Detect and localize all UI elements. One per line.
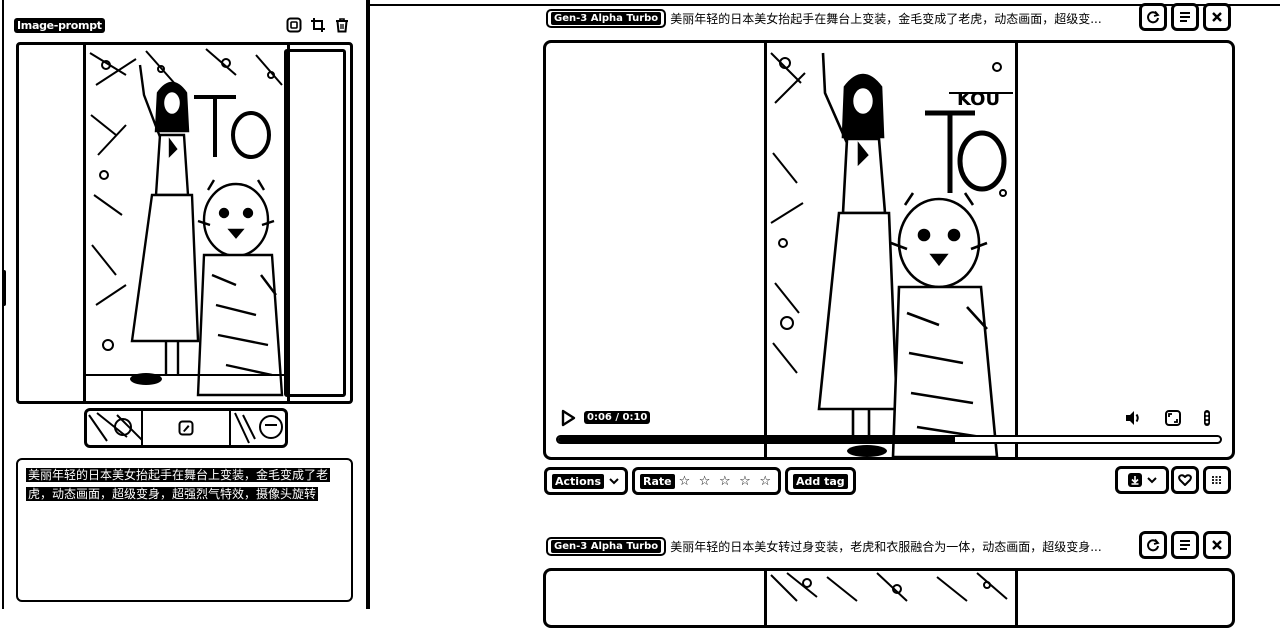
prompt-panel: Image-prompt 美丽年轻的日本美女抬起手在舞台上变装，金毛变成了老虎，… bbox=[0, 0, 366, 609]
more-menu-button[interactable] bbox=[1203, 466, 1231, 494]
video-frame bbox=[764, 571, 1018, 625]
svg-text:KOU: KOU bbox=[957, 89, 1000, 110]
thumbnail-right[interactable] bbox=[231, 411, 285, 445]
heart-icon bbox=[1178, 474, 1192, 486]
text-lines-icon bbox=[1180, 12, 1190, 22]
chevron-down-icon bbox=[1146, 477, 1157, 484]
actions-label: Actions bbox=[552, 473, 604, 489]
result-header: Gen-3 Alpha Turbo 美丽年轻的日本美女抬起手在舞台上变装，金毛变… bbox=[546, 5, 1102, 31]
play-icon bbox=[561, 409, 576, 427]
refresh-icon bbox=[1147, 10, 1160, 24]
text-lines-icon bbox=[1180, 540, 1190, 550]
panel-divider[interactable] bbox=[366, 0, 370, 609]
result-prompt[interactable]: 美丽年轻的日本美女抬起手在舞台上变装，金毛变成了老虎，动态画面，超级变... bbox=[670, 10, 1101, 27]
add-tag-button[interactable]: Add tag bbox=[785, 467, 856, 495]
play-button[interactable] bbox=[559, 409, 577, 431]
favorite-button[interactable] bbox=[1171, 466, 1199, 494]
resize-handle[interactable] bbox=[2, 270, 6, 306]
progress-bar[interactable] bbox=[556, 435, 1222, 444]
reuse-button[interactable] bbox=[1139, 3, 1167, 31]
image-prompt-label: Image-prompt bbox=[14, 18, 105, 33]
volume-icon bbox=[1126, 411, 1139, 425]
model-badge: Gen-3 Alpha Turbo bbox=[546, 8, 667, 28]
reference-image-card[interactable] bbox=[16, 42, 353, 404]
video-frame: KOU bbox=[764, 43, 1018, 457]
star-rating[interactable]: ☆ ☆ ☆ ☆ ☆ bbox=[679, 474, 773, 489]
result-prompt[interactable]: 美丽年轻的日本美女转过身变装，老虎和衣服融合为一体，动态画面，超级变身... bbox=[670, 538, 1101, 555]
edit-icon[interactable] bbox=[178, 420, 194, 436]
thumbnail-left[interactable] bbox=[87, 411, 143, 445]
reference-thumbnail-strip[interactable] bbox=[84, 408, 288, 448]
chevron-down-icon bbox=[609, 478, 619, 485]
playback-time: 0:06 / 0:10 bbox=[584, 411, 651, 424]
video-player[interactable]: KOU 0:06 / 0:10 bbox=[543, 40, 1235, 460]
result-action-bar: Actions Rate ☆ ☆ ☆ ☆ ☆ Add tag bbox=[544, 466, 860, 496]
more-vertical-icon bbox=[1204, 410, 1210, 426]
result-header: Gen-3 Alpha Turbo 美丽年轻的日本美女转过身变装，老虎和衣服融合… bbox=[546, 533, 1102, 559]
reference-image bbox=[83, 45, 290, 401]
reuse-button[interactable] bbox=[1139, 531, 1167, 559]
copy-icon[interactable] bbox=[285, 16, 303, 34]
volume-button[interactable] bbox=[1124, 409, 1142, 427]
close-button[interactable] bbox=[1203, 3, 1231, 31]
details-button[interactable] bbox=[1171, 531, 1199, 559]
rate-label: Rate bbox=[640, 473, 675, 489]
details-button[interactable] bbox=[1171, 3, 1199, 31]
refresh-icon bbox=[1147, 538, 1160, 552]
more-horizontal-icon bbox=[1212, 476, 1222, 484]
close-button[interactable] bbox=[1203, 531, 1231, 559]
close-icon bbox=[1212, 540, 1222, 550]
download-icon bbox=[1127, 473, 1142, 487]
trash-icon[interactable] bbox=[333, 16, 351, 34]
download-button[interactable] bbox=[1115, 466, 1169, 494]
actions-dropdown[interactable]: Actions bbox=[544, 467, 628, 495]
more-options-button[interactable] bbox=[1202, 409, 1212, 427]
close-icon bbox=[1212, 12, 1222, 22]
prompt-text: 美丽年轻的日本美女抬起手在舞台上变装，金毛变成了老虎，动态画面，超级变身，超强烈… bbox=[26, 468, 331, 501]
rate-control[interactable]: Rate ☆ ☆ ☆ ☆ ☆ bbox=[632, 467, 781, 495]
add-tag-label: Add tag bbox=[793, 473, 848, 489]
image-prompt-actions bbox=[285, 16, 351, 34]
prompt-textarea[interactable]: 美丽年轻的日本美女抬起手在舞台上变装，金毛变成了老虎，动态画面，超级变身，超强烈… bbox=[16, 458, 353, 602]
thumbnail-edit[interactable] bbox=[143, 411, 232, 445]
image-side-frame bbox=[284, 49, 346, 397]
model-badge: Gen-3 Alpha Turbo bbox=[546, 536, 667, 556]
fullscreen-icon bbox=[1165, 410, 1181, 426]
video-player[interactable] bbox=[543, 568, 1235, 628]
fullscreen-button[interactable] bbox=[1164, 409, 1182, 427]
progress-fill bbox=[558, 437, 956, 442]
crop-icon[interactable] bbox=[309, 16, 327, 34]
